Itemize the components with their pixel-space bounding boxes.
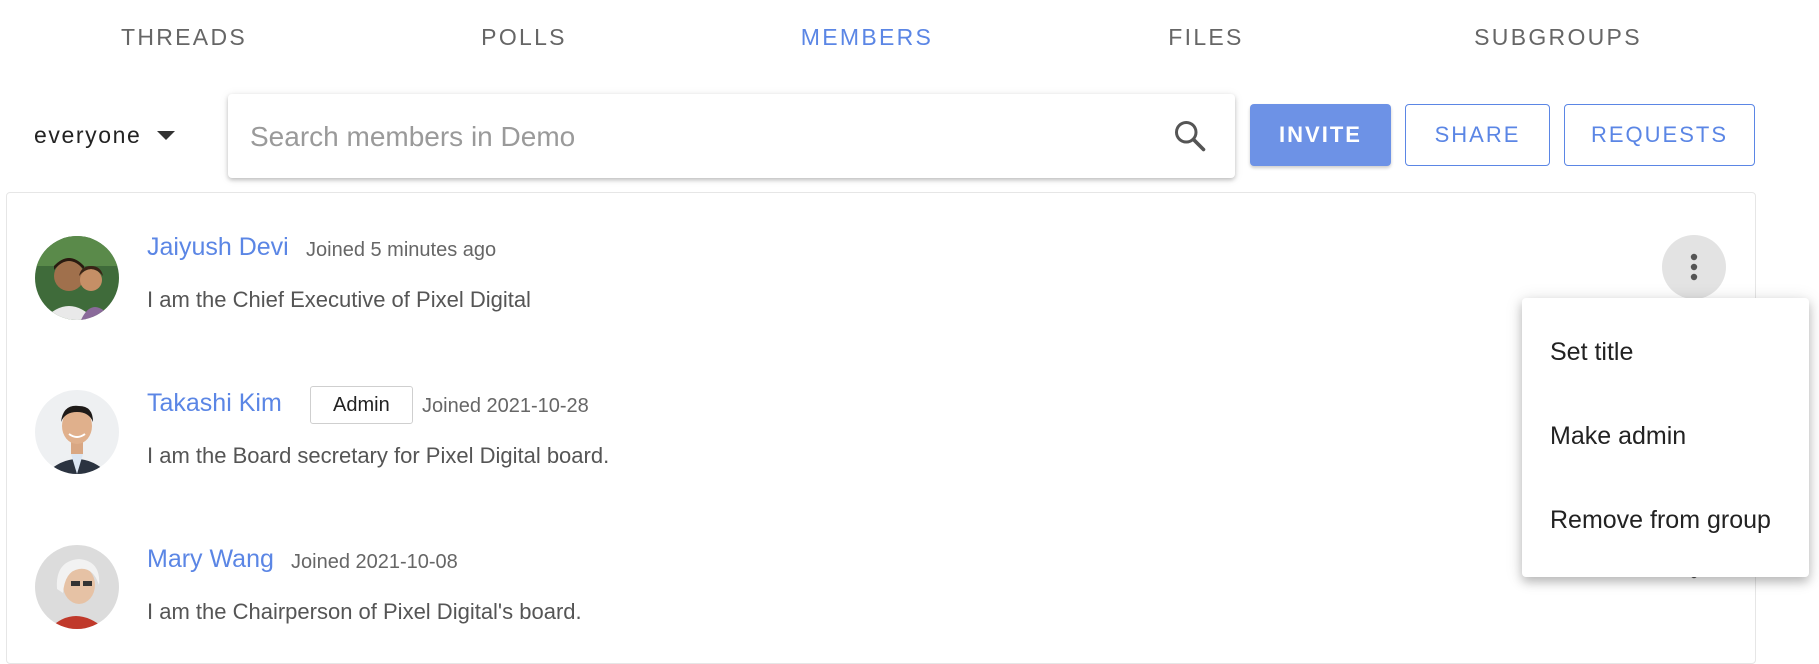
menu-item-remove-from-group[interactable]: Remove from group bbox=[1550, 506, 1771, 535]
member-filter-label: everyone bbox=[34, 122, 142, 148]
member-joined-date: Joined 2021-10-28 bbox=[422, 395, 589, 417]
member-actions-button[interactable] bbox=[1662, 235, 1726, 299]
member-name[interactable]: Mary Wang bbox=[147, 545, 274, 574]
avatar[interactable] bbox=[35, 390, 119, 474]
member-search-box bbox=[228, 94, 1235, 180]
menu-item-set-title[interactable]: Set title bbox=[1550, 338, 1633, 367]
caret-down-icon bbox=[157, 131, 176, 140]
member-row: Jaiyush Devi Joined 5 minutes ago I am t… bbox=[7, 193, 1755, 343]
member-row: Mary Wang Joined 2021-10-08 I am the Cha… bbox=[7, 493, 1755, 643]
requests-button[interactable]: REQUESTS bbox=[1564, 104, 1755, 166]
search-input[interactable] bbox=[248, 94, 1152, 180]
member-joined-date: Joined 2021-10-08 bbox=[291, 551, 458, 573]
tab-members[interactable]: MEMBERS bbox=[801, 24, 933, 51]
member-row: Takashi Kim Admin Joined 2021-10-28 I am… bbox=[7, 343, 1755, 493]
menu-item-make-admin[interactable]: Make admin bbox=[1550, 422, 1686, 451]
tab-bar: THREADS POLLS MEMBERS FILES SUBGROUPS bbox=[0, 0, 1819, 76]
tab-threads[interactable]: THREADS bbox=[121, 24, 247, 51]
tab-files[interactable]: FILES bbox=[1168, 24, 1243, 51]
member-bio: I am the Chief Executive of Pixel Digita… bbox=[147, 287, 531, 312]
member-bio: I am the Chairperson of Pixel Digital's … bbox=[147, 599, 582, 624]
invite-button[interactable]: INVITE bbox=[1250, 104, 1391, 166]
share-button[interactable]: SHARE bbox=[1405, 104, 1550, 166]
member-joined-date: Joined 5 minutes ago bbox=[306, 239, 497, 261]
tab-polls[interactable]: POLLS bbox=[481, 24, 567, 51]
avatar[interactable] bbox=[35, 236, 119, 320]
more-vert-icon bbox=[1690, 253, 1698, 281]
member-filter-dropdown[interactable]: everyone bbox=[34, 122, 176, 149]
member-actions-menu: Set title Make admin Remove from group bbox=[1522, 298, 1809, 577]
member-name[interactable]: Takashi Kim bbox=[147, 389, 282, 418]
member-name[interactable]: Jaiyush Devi bbox=[147, 233, 289, 262]
members-list: Jaiyush Devi Joined 5 minutes ago I am t… bbox=[6, 192, 1756, 664]
tab-subgroups[interactable]: SUBGROUPS bbox=[1474, 24, 1642, 51]
admin-badge: Admin bbox=[310, 386, 413, 424]
search-icon[interactable] bbox=[1172, 118, 1208, 154]
avatar[interactable] bbox=[35, 545, 119, 629]
member-bio: I am the Board secretary for Pixel Digit… bbox=[147, 443, 610, 468]
